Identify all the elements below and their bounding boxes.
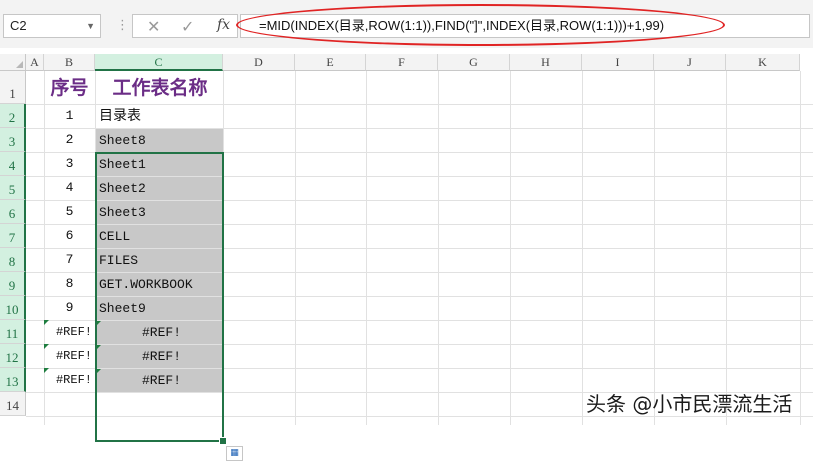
error-indicator-icon — [96, 369, 101, 374]
row-header-7[interactable]: 7 — [0, 224, 26, 248]
row-number: 14 — [6, 398, 19, 413]
row-header-14[interactable]: 14 — [0, 392, 26, 416]
cell-B1[interactable]: 序号 — [44, 72, 95, 104]
row-number: 2 — [8, 110, 16, 125]
insert-function-icon[interactable]: fx — [217, 17, 230, 33]
chevron-down-icon[interactable]: ▼ — [86, 15, 95, 37]
column-header-k[interactable]: K — [726, 54, 800, 71]
row-number: 11 — [5, 326, 19, 341]
formula-bar-area: C2 ▼ ⋮ ✕ ✓ fx =MID(INDEX(目录,ROW(1:1)),FI… — [0, 0, 813, 48]
row-number: 7 — [8, 230, 16, 245]
row-number: 12 — [5, 350, 19, 365]
column-header-a[interactable]: A — [26, 54, 44, 71]
cell-B7[interactable]: 6 — [44, 224, 95, 248]
error-indicator-icon — [44, 368, 49, 373]
cancel-icon[interactable]: ✕ — [147, 17, 160, 36]
column-header-i[interactable]: I — [582, 54, 654, 71]
cell-C12[interactable]: #REF! — [96, 345, 223, 368]
cell-C10[interactable]: Sheet9 — [96, 297, 223, 320]
name-box[interactable]: C2 ▼ — [3, 14, 101, 38]
row-number: 4 — [8, 158, 16, 173]
row-header-13[interactable]: 13 — [0, 368, 26, 392]
formula-input[interactable]: =MID(INDEX(目录,ROW(1:1)),FIND("]",INDEX(目… — [240, 14, 810, 38]
error-indicator-icon — [44, 320, 49, 325]
cell-B6[interactable]: 5 — [44, 200, 95, 224]
row-number: 13 — [5, 374, 19, 389]
row-header-10[interactable]: 10 — [0, 296, 26, 320]
column-header-e[interactable]: E — [295, 54, 366, 71]
column-header-h[interactable]: H — [510, 54, 582, 71]
more-options-icon[interactable]: ⋮ — [116, 18, 129, 33]
column-header-j[interactable]: J — [654, 54, 726, 71]
row-number: 1 — [9, 86, 16, 101]
confirm-icon[interactable]: ✓ — [181, 17, 194, 36]
cell-B5[interactable]: 4 — [44, 176, 95, 200]
column-header-d[interactable]: D — [223, 54, 295, 71]
row-number: 5 — [8, 182, 16, 197]
row-number: 8 — [8, 254, 16, 269]
watermark-text: 头条 @小市民漂流生活 — [586, 392, 793, 416]
cell-B2[interactable]: 1 — [44, 104, 95, 128]
cell-C3[interactable]: Sheet8 — [96, 129, 223, 152]
cell-B4[interactable]: 3 — [44, 152, 95, 176]
cell-C1[interactable]: 工作表名称 — [96, 72, 224, 104]
column-header-g[interactable]: G — [438, 54, 510, 71]
name-box-value: C2 — [10, 18, 27, 33]
cell-C2[interactable]: 目录表 — [96, 105, 223, 128]
cell-B13[interactable]: #REF! — [44, 368, 95, 392]
column-header-f[interactable]: F — [366, 54, 438, 71]
cell-B9[interactable]: 8 — [44, 272, 95, 296]
row-header-3[interactable]: 3 — [0, 128, 26, 152]
row-header-1[interactable]: 1 — [0, 71, 26, 104]
row-header-5[interactable]: 5 — [0, 176, 26, 200]
worksheet-grid[interactable]: ABCDEFGHIJK 1 2 3 4 5 6 7 8 9 10 11 12 13 14 序号 工作表名称… — [0, 48, 813, 461]
cell-C11[interactable]: #REF! — [96, 321, 223, 344]
error-indicator-icon — [44, 344, 49, 349]
error-indicator-icon — [96, 345, 101, 350]
fill-handle[interactable] — [219, 437, 227, 445]
cell-C9[interactable]: GET.WORKBOOK — [96, 273, 223, 296]
cell-B12[interactable]: #REF! — [44, 344, 95, 368]
row-header-8[interactable]: 8 — [0, 248, 26, 272]
column-header-c[interactable]: C — [95, 54, 223, 71]
row-number: 6 — [8, 206, 16, 221]
cell-C5[interactable]: Sheet2 — [96, 177, 223, 200]
cell-B3[interactable]: 2 — [44, 128, 95, 152]
column-header-b[interactable]: B — [44, 54, 95, 71]
cell-C8[interactable]: FILES — [96, 249, 223, 272]
row-header-6[interactable]: 6 — [0, 200, 26, 224]
quick-analysis-icon[interactable]: ▦ — [226, 446, 243, 461]
select-all-corner[interactable] — [0, 54, 26, 71]
formula-buttons: ✕ ✓ fx — [132, 14, 238, 38]
row-header-4[interactable]: 4 — [0, 152, 26, 176]
row-number: 9 — [8, 278, 16, 293]
cell-C13[interactable]: #REF! — [96, 369, 223, 392]
row-header-2[interactable]: 2 — [0, 104, 26, 128]
row-header-11[interactable]: 11 — [0, 320, 26, 344]
cell-C4[interactable]: Sheet1 — [96, 153, 223, 176]
error-indicator-icon — [96, 321, 101, 326]
row-number: 3 — [8, 134, 16, 149]
row-header-12[interactable]: 12 — [0, 344, 26, 368]
row-header-9[interactable]: 9 — [0, 272, 26, 296]
cell-B8[interactable]: 7 — [44, 248, 95, 272]
cell-B11[interactable]: #REF! — [44, 320, 95, 344]
row-number: 10 — [5, 302, 19, 317]
cell-C7[interactable]: CELL — [96, 225, 223, 248]
cell-B10[interactable]: 9 — [44, 296, 95, 320]
cell-C6[interactable]: Sheet3 — [96, 201, 223, 224]
